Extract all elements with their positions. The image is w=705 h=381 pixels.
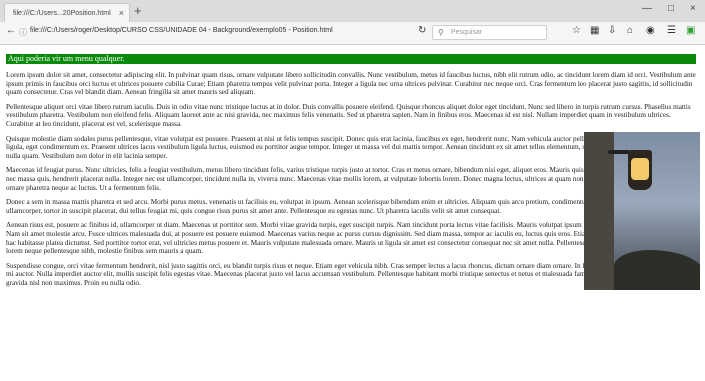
paragraph: Lorem ipsum dolor sit amet, consectetur … [6, 71, 696, 97]
tab-close-icon[interactable]: × [119, 4, 124, 22]
star-icon[interactable]: ☆ [572, 25, 581, 36]
tab-strip: file:///C:/Users...20Position.html × + —… [0, 0, 705, 22]
search-icon: ⚲ [438, 28, 444, 37]
tree-silhouette [614, 250, 700, 290]
menu-banner: Aqui poderia vir um menu qualquer. [6, 54, 696, 64]
address-bar[interactable]: file:///C:/Users/roger/Desktop/CURSO CSS… [30, 27, 333, 34]
extension-icon[interactable]: ▣ [686, 25, 695, 36]
street-lamp-photo [584, 132, 700, 290]
wall-shape [584, 132, 614, 290]
back-arrow-icon[interactable]: ← [6, 25, 16, 36]
paragraph: Pellentesque aliquet orci vitae libero r… [6, 102, 691, 128]
tab-title: file:///C:/Users...20Position.html [13, 10, 111, 17]
browser-tab[interactable]: file:///C:/Users...20Position.html × [4, 3, 130, 22]
lamp-arm [608, 150, 630, 154]
reader-icon[interactable]: ▦ [590, 25, 599, 36]
page-content: Aqui poderia vir um menu qualquer. Lorem… [0, 45, 705, 381]
menu-icon[interactable]: ☰ [667, 25, 676, 36]
new-tab-button[interactable]: + [134, 3, 142, 19]
navigation-bar: ← ⓘ file:///C:/Users/roger/Desktop/CURSO… [0, 22, 705, 45]
search-placeholder: Pesquisar [451, 29, 483, 36]
maximize-button[interactable]: □ [668, 3, 674, 14]
search-input[interactable]: ⚲ Pesquisar [432, 25, 547, 40]
pocket-icon[interactable]: ◉ [646, 25, 655, 36]
close-window-button[interactable]: × [690, 3, 696, 14]
home-icon[interactable]: ⌂ [627, 25, 633, 36]
minimize-button[interactable]: — [642, 3, 652, 14]
reload-icon[interactable]: ↻ [418, 25, 426, 36]
download-icon[interactable]: ⇩ [608, 25, 616, 36]
info-icon[interactable]: ⓘ [19, 27, 27, 38]
lamp-glow [631, 158, 649, 180]
